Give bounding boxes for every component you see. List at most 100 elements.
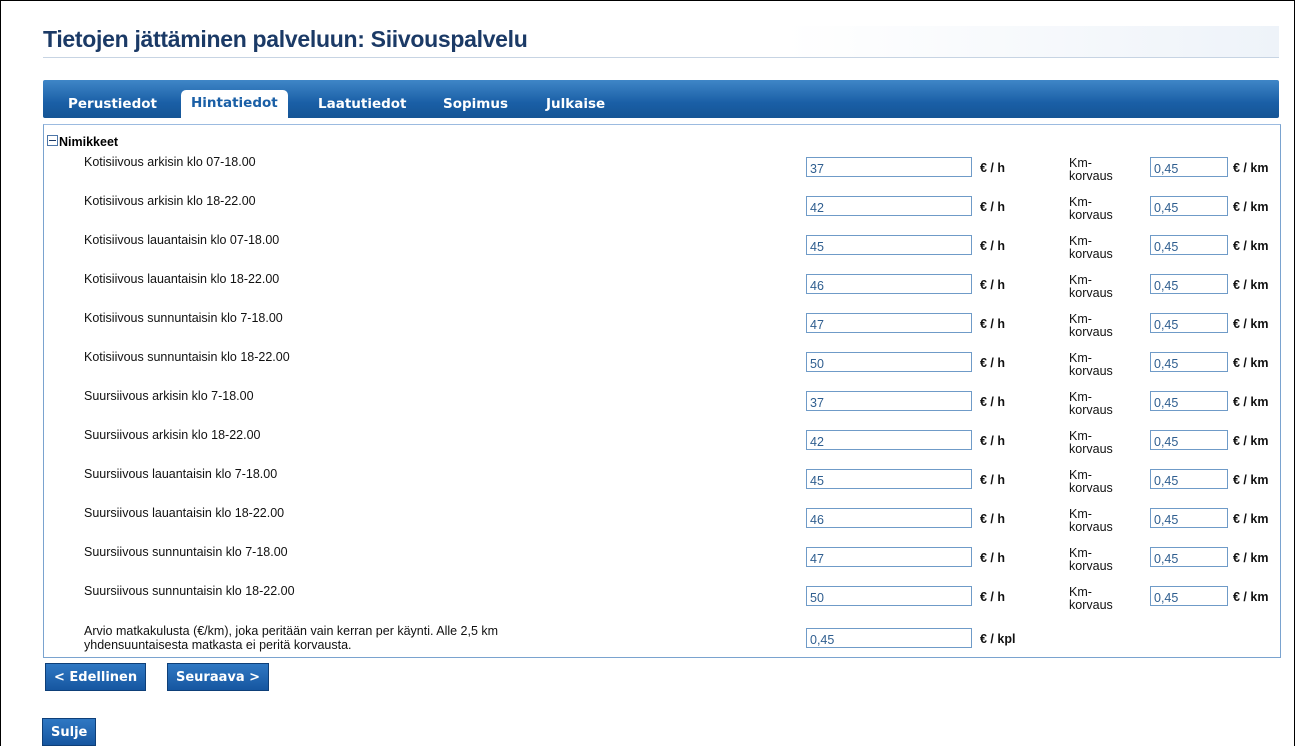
price-input[interactable] [806, 196, 972, 216]
km-label: Km-korvaus [1069, 156, 1113, 183]
tab-sopimus[interactable]: Sopimus [443, 92, 508, 116]
row-label: Kotisiivous arkisin klo 18-22.00 [84, 194, 256, 208]
price-row: Suursiivous sunnuntaisin klo 18-22.00 € /… [44, 582, 1280, 620]
row-label: Suursiivous lauantaisin klo 18-22.00 [84, 506, 285, 520]
tab-laatutiedot[interactable]: Laatutiedot [318, 92, 407, 116]
km-label: Km-korvaus [1069, 429, 1113, 456]
price-row: Kotisiivous sunnuntaisin klo 18-22.00 € /… [44, 348, 1280, 386]
price-unit: € / h [980, 239, 1006, 253]
price-input[interactable] [806, 469, 972, 489]
price-unit: € / h [980, 512, 1006, 526]
km-unit: € / km [1233, 590, 1269, 604]
row-label: Kotisiivous arkisin klo 07-18.00 [84, 155, 256, 169]
row-label: Kotisiivous sunnuntaisin klo 18-22.00 [84, 350, 290, 364]
price-unit: € / h [980, 551, 1006, 565]
price-row: Suursiivous lauantaisin klo 7-18.00 € / h… [44, 465, 1280, 503]
tab-julkaise[interactable]: Julkaise [546, 92, 605, 116]
row-label: Suursiivous arkisin klo 7-18.00 [84, 389, 254, 403]
tab-perustiedot[interactable]: Perustiedot [68, 92, 157, 116]
price-row: Kotisiivous lauantaisin klo 18-22.00 € / … [44, 270, 1280, 308]
price-input[interactable] [806, 547, 972, 567]
km-input[interactable] [1150, 430, 1228, 450]
km-input[interactable] [1150, 196, 1228, 216]
price-input[interactable] [806, 430, 972, 450]
price-row: Kotisiivous lauantaisin klo 07-18.00 € / … [44, 231, 1280, 269]
price-unit: € / h [980, 434, 1006, 448]
price-unit: € / h [980, 317, 1006, 331]
price-row: Suursiivous lauantaisin klo 18-22.00 € / … [44, 504, 1280, 542]
km-label: Km-korvaus [1069, 195, 1113, 222]
km-input[interactable] [1150, 235, 1228, 255]
collapse-icon[interactable] [47, 135, 58, 146]
price-unit: € / h [980, 200, 1006, 214]
price-input[interactable] [806, 274, 972, 294]
price-row: Kotisiivous sunnuntaisin klo 7-18.00 € / … [44, 309, 1280, 347]
row-label: Kotisiivous lauantaisin klo 07-18.00 [84, 233, 280, 247]
km-unit: € / km [1233, 473, 1269, 487]
km-unit: € / km [1233, 395, 1269, 409]
price-input[interactable] [806, 508, 972, 528]
km-unit: € / km [1233, 317, 1269, 331]
price-input[interactable] [806, 391, 972, 411]
km-input[interactable] [1150, 157, 1228, 177]
price-input[interactable] [806, 313, 972, 333]
price-row: Suursiivous arkisin klo 18-22.00 € / h Km-… [44, 426, 1280, 464]
next-button[interactable]: Seuraava > [167, 663, 270, 691]
price-unit: € / h [980, 356, 1006, 370]
km-input[interactable] [1150, 313, 1228, 333]
km-label: Km-korvaus [1069, 468, 1113, 495]
km-label: Km-korvaus [1069, 390, 1113, 417]
km-label: Km-korvaus [1069, 546, 1113, 573]
km-input[interactable] [1150, 352, 1228, 372]
km-unit: € / km [1233, 239, 1269, 253]
row-label: Kotisiivous sunnuntaisin klo 7-18.00 [84, 311, 283, 325]
price-input[interactable] [806, 352, 972, 372]
km-label: Km-korvaus [1069, 234, 1113, 261]
row-label: Suursiivous sunnuntaisin klo 7-18.00 [84, 545, 288, 559]
km-input[interactable] [1150, 586, 1228, 606]
km-unit: € / km [1233, 512, 1269, 526]
price-row: Kotisiivous arkisin klo 18-22.00 € / h Km-… [44, 192, 1280, 230]
price-panel: Nimikkeet Kotisiivous arkisin klo 07-18.… [43, 124, 1281, 658]
travel-cost-unit: € / kpl [980, 632, 1016, 646]
row-label: Kotisiivous lauantaisin klo 18-22.00 [84, 272, 280, 286]
km-label: Km-korvaus [1069, 585, 1113, 612]
price-unit: € / h [980, 473, 1006, 487]
km-input[interactable] [1150, 274, 1228, 294]
km-input[interactable] [1150, 547, 1228, 567]
price-input[interactable] [806, 586, 972, 606]
row-label: Suursiivous sunnuntaisin klo 18-22.00 [84, 584, 295, 598]
tab-bar: Perustiedot Hintatiedot Laatutiedot Sopi… [43, 80, 1279, 118]
km-unit: € / km [1233, 551, 1269, 565]
price-unit: € / h [980, 278, 1006, 292]
page-title: Tietojen jättäminen palveluun: Siivouspa… [43, 26, 1279, 58]
price-row: Kotisiivous arkisin klo 07-18.00 € / h Km-… [44, 153, 1280, 191]
price-input[interactable] [806, 157, 972, 177]
price-unit: € / h [980, 161, 1006, 175]
price-row: Suursiivous sunnuntaisin klo 7-18.00 € / … [44, 543, 1280, 581]
km-label: Km-korvaus [1069, 273, 1113, 300]
price-unit: € / h [980, 395, 1006, 409]
price-input[interactable] [806, 235, 972, 255]
km-unit: € / km [1233, 200, 1269, 214]
travel-cost-label: Arvio matkakulusta (€/km), joka peritään… [84, 624, 499, 652]
km-input[interactable] [1150, 391, 1228, 411]
price-row: Suursiivous arkisin klo 7-18.00 € / h Km-k… [44, 387, 1280, 425]
km-unit: € / km [1233, 161, 1269, 175]
tab-hintatiedot[interactable]: Hintatiedot [181, 90, 288, 118]
travel-cost-input[interactable] [806, 628, 972, 648]
previous-button[interactable]: < Edellinen [45, 663, 147, 691]
price-unit: € / h [980, 590, 1006, 604]
km-label: Km-korvaus [1069, 312, 1113, 339]
km-input[interactable] [1150, 508, 1228, 528]
km-label: Km-korvaus [1069, 507, 1113, 534]
close-button[interactable]: Sulje [42, 718, 97, 746]
km-label: Km-korvaus [1069, 351, 1113, 378]
travel-cost-row: Arvio matkakulusta (€/km), joka peritään… [44, 624, 1280, 662]
km-unit: € / km [1233, 434, 1269, 448]
section-title: Nimikkeet [59, 135, 119, 149]
row-label: Suursiivous arkisin klo 18-22.00 [84, 428, 261, 442]
km-input[interactable] [1150, 469, 1228, 489]
km-unit: € / km [1233, 278, 1269, 292]
row-label: Suursiivous lauantaisin klo 7-18.00 [84, 467, 278, 481]
